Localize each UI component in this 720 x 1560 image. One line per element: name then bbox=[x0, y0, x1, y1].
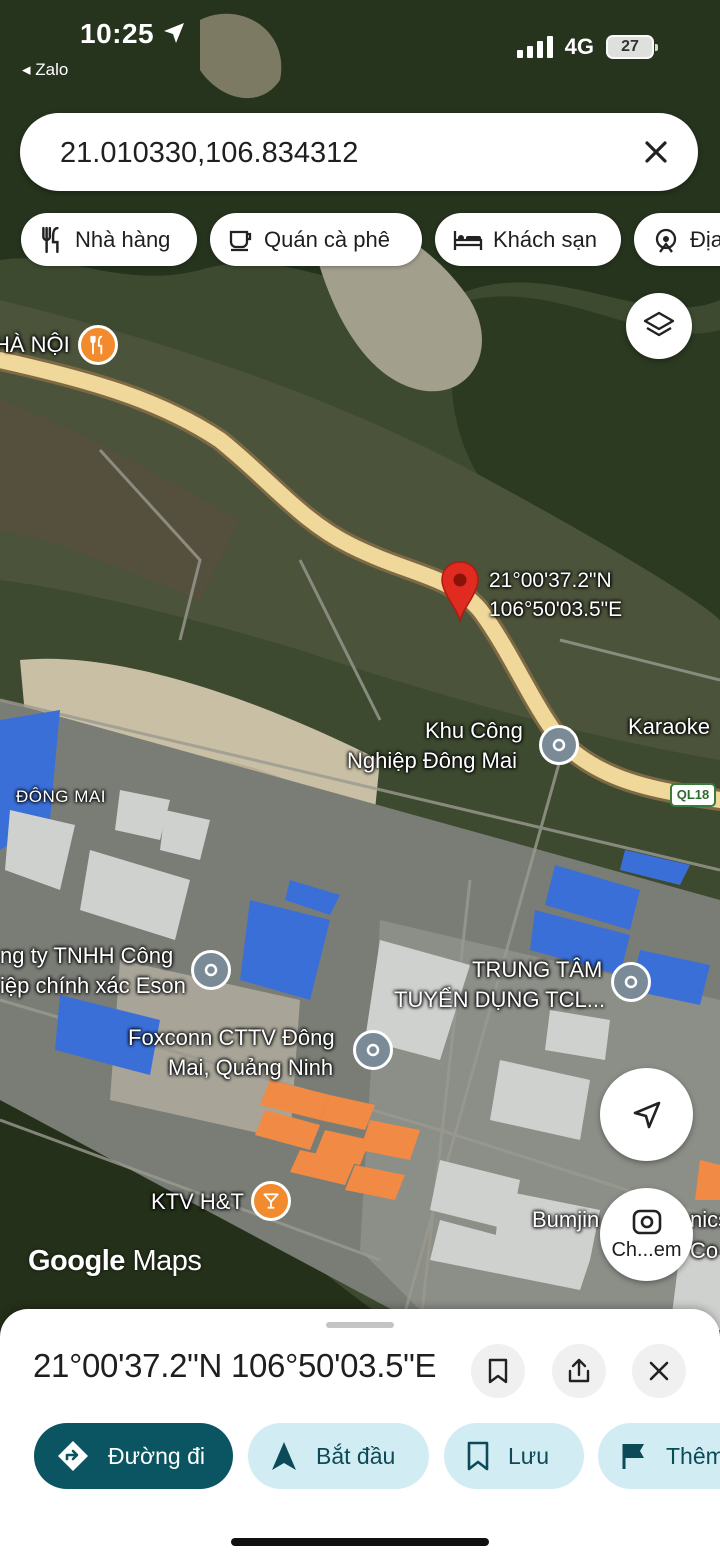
directions-icon bbox=[58, 1441, 88, 1471]
layers-icon bbox=[643, 311, 675, 337]
label-ha-noi[interactable]: HÀ NỘI bbox=[0, 330, 70, 360]
pin-coordinate-lat: 21°00'37.2"N bbox=[489, 569, 612, 592]
place-bottom-sheet[interactable]: 21°00'37.2"N 106°50'03.5"E Đường đi Bắt … bbox=[0, 1309, 720, 1560]
more-label: Thêm bbox=[666, 1442, 720, 1469]
bookmark-icon bbox=[488, 1358, 508, 1384]
fork-knife-icon bbox=[90, 335, 103, 355]
layers-button[interactable] bbox=[626, 293, 692, 359]
google-maps-watermark: Google Maps bbox=[28, 1245, 202, 1277]
close-sheet-button[interactable] bbox=[632, 1344, 686, 1398]
label-foxconn-1[interactable]: Foxconn CTTV Đông bbox=[128, 1023, 335, 1053]
status-time: 10:25 bbox=[80, 18, 186, 50]
directions-label: Đường đi bbox=[108, 1442, 205, 1469]
location-dot-icon bbox=[552, 738, 566, 752]
lens-search-button[interactable]: Ch...em bbox=[600, 1188, 693, 1281]
chip-label: Khách sạn bbox=[493, 226, 597, 252]
location-dot-icon bbox=[204, 963, 218, 977]
my-location-button[interactable] bbox=[600, 1068, 693, 1161]
close-icon[interactable] bbox=[636, 132, 676, 172]
restaurant-icon bbox=[42, 226, 59, 253]
close-icon bbox=[649, 1361, 669, 1381]
poi-pin-khu-cong-nghiep[interactable] bbox=[539, 725, 579, 765]
label-karaoke[interactable]: Karaoke bbox=[628, 712, 710, 742]
label-bumjin-tail[interactable]: nics bbox=[690, 1205, 720, 1235]
coffee-icon bbox=[229, 230, 252, 251]
label-trung-tam-1[interactable]: TRUNG TÂM bbox=[472, 955, 602, 985]
search-bar[interactable]: 21.010330,106.834312 bbox=[20, 113, 698, 191]
share-button[interactable] bbox=[552, 1344, 606, 1398]
chip-label: Nhà hàng bbox=[75, 226, 171, 252]
hotel-icon bbox=[453, 230, 483, 250]
chip-coffee[interactable]: Quán cà phê bbox=[210, 213, 422, 266]
save-bookmark-button[interactable] bbox=[471, 1344, 525, 1398]
start-label: Bắt đầu bbox=[316, 1442, 396, 1469]
back-to-app-link[interactable]: ◂ Zalo bbox=[22, 60, 68, 80]
label-bumjin[interactable]: Bumjin bbox=[532, 1205, 599, 1235]
label-khu-cong-nghiep-1[interactable]: Khu Công bbox=[425, 716, 523, 746]
network-type: 4G bbox=[564, 34, 594, 59]
label-eson-2[interactable]: iệp chính xác Eson bbox=[0, 971, 186, 1001]
flag-icon bbox=[622, 1444, 644, 1469]
location-arrow-icon bbox=[164, 23, 185, 43]
save-label: Lưu bbox=[508, 1442, 549, 1469]
label-eson-1[interactable]: ng ty TNHH Công bbox=[0, 941, 173, 971]
camera-search-icon bbox=[632, 1209, 661, 1235]
place-title: 21°00'37.2"N 106°50'03.5"E bbox=[33, 1347, 437, 1384]
status-indicators: 4G 27 bbox=[516, 34, 658, 60]
road-badge-ql18: QL18 bbox=[670, 783, 716, 807]
lens-label: Ch...em bbox=[611, 1239, 682, 1261]
navigation-arrow-icon bbox=[272, 1442, 296, 1470]
label-khu-cong-nghiep-2[interactable]: Nghiệp Đông Mai bbox=[347, 746, 517, 776]
share-icon bbox=[568, 1358, 590, 1383]
navigation-arrow-icon bbox=[633, 1101, 660, 1128]
label-trung-tam-2[interactable]: TUYỂN DỤNG TCL... bbox=[394, 985, 605, 1015]
bar-poi-icon[interactable] bbox=[251, 1181, 291, 1221]
battery-icon: 27 bbox=[606, 35, 658, 59]
home-indicator[interactable] bbox=[231, 1538, 489, 1546]
poi-pin-eson[interactable] bbox=[191, 950, 231, 990]
save-button[interactable]: Lưu bbox=[444, 1423, 584, 1489]
directions-button[interactable]: Đường đi bbox=[34, 1423, 233, 1489]
cellular-signal-icon bbox=[516, 36, 553, 58]
pin-coordinate-lng: 106°50'03.5"E bbox=[489, 598, 623, 621]
chip-label: Quán cà phê bbox=[264, 226, 390, 252]
dropped-pin-icon[interactable] bbox=[440, 560, 480, 624]
restaurant-poi-icon[interactable] bbox=[78, 325, 118, 365]
chip-label: Địa bbox=[690, 226, 720, 252]
poi-pin-trung-tam[interactable] bbox=[611, 962, 651, 1002]
chip-attractions[interactable]: Địa bbox=[634, 213, 720, 266]
poi-pin-foxconn[interactable] bbox=[353, 1030, 393, 1070]
chip-restaurants[interactable]: Nhà hàng bbox=[21, 213, 197, 266]
label-dong-mai[interactable]: ĐÔNG MAI bbox=[16, 782, 106, 812]
bookmark-icon bbox=[467, 1441, 489, 1471]
cocktail-icon bbox=[263, 1193, 279, 1209]
search-input[interactable]: 21.010330,106.834312 bbox=[60, 137, 358, 170]
location-dot-icon bbox=[366, 1043, 380, 1057]
chip-hotels[interactable]: Khách sạn bbox=[435, 213, 621, 266]
attraction-icon bbox=[655, 228, 677, 253]
label-foxconn-2[interactable]: Mai, Quảng Ninh bbox=[168, 1053, 333, 1083]
label-ktv[interactable]: KTV H&T bbox=[151, 1187, 244, 1217]
more-button[interactable]: Thêm bbox=[598, 1423, 720, 1489]
label-co[interactable]: Co bbox=[690, 1236, 718, 1266]
start-button[interactable]: Bắt đầu bbox=[248, 1423, 429, 1489]
drag-handle[interactable] bbox=[326, 1322, 394, 1328]
location-dot-icon bbox=[624, 975, 638, 989]
